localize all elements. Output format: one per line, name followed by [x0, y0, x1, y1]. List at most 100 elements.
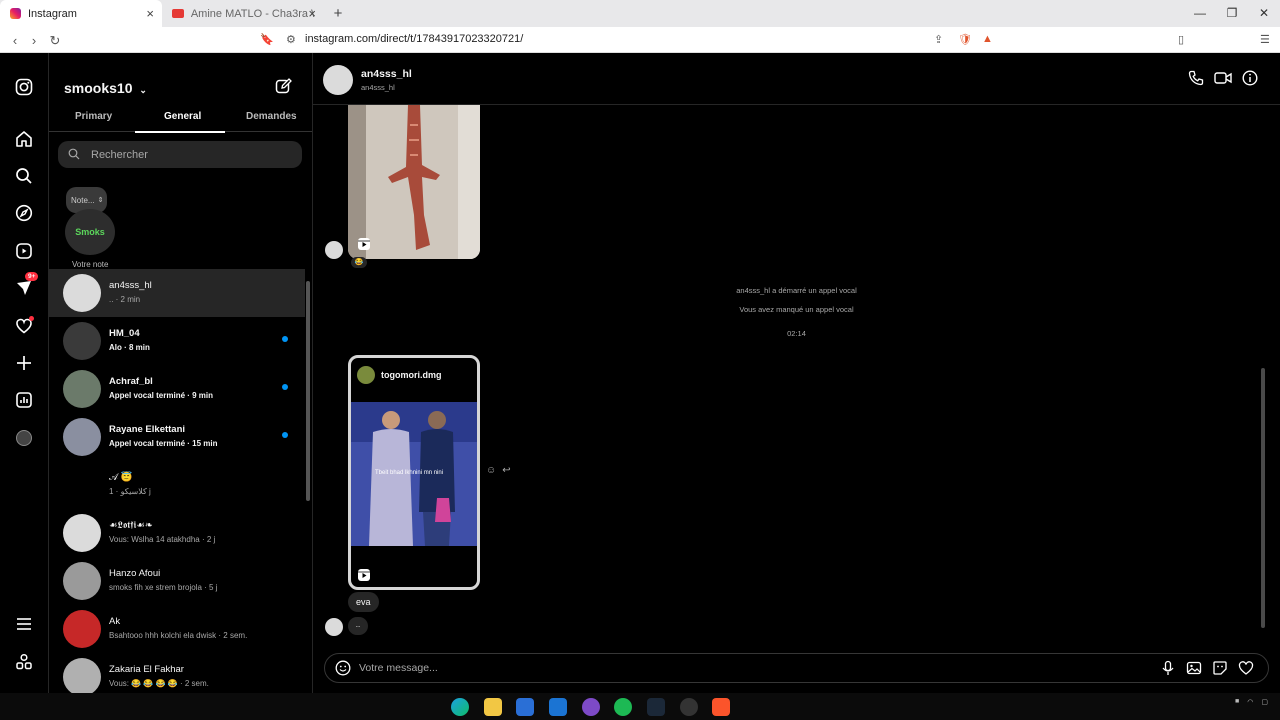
conversation-name: an4sss_hl: [109, 280, 152, 291]
like-heart-icon[interactable]: [1238, 660, 1254, 681]
brave-icon[interactable]: [712, 698, 730, 716]
chat-name[interactable]: an4sss_hl: [361, 68, 412, 80]
reload-icon[interactable]: ↻: [45, 33, 65, 49]
notifications-heart-icon[interactable]: [12, 314, 36, 338]
sender-avatar[interactable]: [325, 241, 343, 259]
back-icon[interactable]: ‹: [5, 33, 25, 48]
inbox-tabs: Primary General Demandes: [49, 110, 312, 133]
create-plus-icon[interactable]: [12, 351, 36, 375]
messages-icon[interactable]: 9+: [12, 272, 39, 300]
browser-tab-instagram[interactable]: Instagram ×: [0, 0, 162, 27]
search-input[interactable]: Rechercher: [58, 141, 302, 168]
also-from-meta-icon[interactable]: [12, 650, 36, 674]
explore-icon[interactable]: [12, 201, 36, 225]
spotify-icon[interactable]: [614, 698, 632, 716]
new-message-icon[interactable]: [275, 78, 292, 100]
reels-icon[interactable]: [12, 239, 36, 263]
os-taskbar: ■ ◠ ▢: [0, 693, 1280, 720]
conversation-item[interactable]: HM_04 Alo · 8 min: [49, 317, 305, 365]
close-window-icon[interactable]: ✕: [1248, 0, 1280, 27]
sender-avatar[interactable]: [325, 618, 343, 636]
reel-icon: [357, 568, 371, 582]
shared-reel-thumbnail[interactable]: [348, 105, 480, 259]
video-call-icon[interactable]: [1214, 70, 1232, 91]
message-bubble[interactable]: eva: [348, 592, 379, 612]
address-bar: ‹ › ↻ 🔖 ⚙ instagram.com/direct/t/1784391…: [0, 27, 1280, 53]
file-explorer-icon[interactable]: [484, 698, 502, 716]
url-field[interactable]: instagram.com/direct/t/17843917023320721…: [305, 33, 523, 45]
conversation-item[interactable]: 𝒜 😇 كلاسيكو · 1 j: [49, 461, 305, 509]
home-icon[interactable]: [12, 127, 36, 151]
unread-dot: [282, 384, 288, 390]
message-composer[interactable]: Votre message...: [324, 653, 1269, 683]
profile-avatar-icon[interactable]: [12, 426, 36, 450]
search-icon[interactable]: [12, 164, 36, 188]
outlook-icon[interactable]: [549, 698, 567, 716]
reply-icon[interactable]: ↩: [502, 465, 510, 476]
steam-icon[interactable]: [647, 698, 665, 716]
brave-shield-icon[interactable]: 🛡: [958, 33, 972, 46]
restore-icon[interactable]: ❐: [1216, 0, 1248, 27]
note-bubble-text: Note...: [71, 195, 95, 205]
reel-image: Tbeit bhad lkhnini mn nini: [351, 402, 477, 546]
conversation-item[interactable]: Hanzo Afoui smoks fih xe strem brojola ·…: [49, 557, 305, 605]
inbox-panel: smooks10 ⌄ Primary General Demandes Rech…: [49, 53, 313, 693]
tab-requests[interactable]: Demandes: [246, 111, 297, 122]
microphone-icon[interactable]: [1160, 660, 1176, 681]
conversation-item[interactable]: Ak Bsahtooo hhh kolchi ela dwisk · 2 sem…: [49, 605, 305, 653]
chat-avatar[interactable]: [323, 65, 353, 95]
avatar: [63, 658, 101, 693]
brave-rewards-icon[interactable]: ▲: [982, 33, 993, 45]
chat-header: an4sss_hl an4sss_hl: [313, 53, 1280, 105]
sidebar-toggle-icon[interactable]: ▯: [1178, 33, 1184, 46]
site-settings-icon[interactable]: ⚙: [286, 33, 296, 46]
conversation-preview: .. · 2 min: [109, 295, 141, 304]
emoji-picker-icon[interactable]: [335, 660, 351, 681]
conversation-item[interactable]: an4sss_hl .. · 2 min: [49, 269, 305, 317]
my-note-avatar[interactable]: Smoks: [65, 209, 115, 255]
menu-icon[interactable]: ☰: [1260, 33, 1270, 46]
conversation-item[interactable]: ☙𝕷𝖔𝖙𝖋𝖎☙❧ Vous: Wslha 14 atakhdha · 2 j: [49, 509, 305, 557]
bookmark-icon[interactable]: 🔖: [260, 33, 274, 46]
edge-icon[interactable]: [451, 698, 469, 716]
app-icon[interactable]: [680, 698, 698, 716]
minimize-icon[interactable]: —: [1184, 0, 1216, 27]
conversation-item[interactable]: Achraf_bl Appel vocal terminé · 9 min: [49, 365, 305, 413]
browser-tab-youtube[interactable]: Amine MATLO - Cha3ra Wendir AVC ×: [162, 0, 324, 27]
conversation-name: Achraf_bl: [109, 376, 153, 387]
share-icon[interactable]: ⇪: [934, 33, 943, 46]
message-input[interactable]: Votre message...: [359, 662, 438, 674]
inbox-scrollbar[interactable]: [306, 281, 310, 501]
new-tab-button[interactable]: +: [324, 0, 352, 27]
forward-icon[interactable]: ›: [24, 33, 44, 48]
conversation-item[interactable]: Rayane Elkettani Appel vocal terminé · 1…: [49, 413, 305, 461]
search-placeholder: Rechercher: [91, 148, 148, 161]
instagram-logo-icon[interactable]: [12, 75, 36, 99]
conversation-item[interactable]: Zakaria El Fakhar Vous: 😂 😂 😂 😂 · 2 sem.: [49, 653, 305, 693]
conversation-info-icon[interactable]: [1242, 70, 1258, 91]
instagram-favicon-icon: [10, 8, 21, 19]
close-tab-icon[interactable]: ×: [146, 6, 154, 21]
phone-call-icon[interactable]: [1188, 70, 1204, 91]
close-tab-icon[interactable]: ×: [308, 6, 316, 21]
note-sort-icon: ⇕: [97, 197, 104, 204]
more-menu-icon[interactable]: [12, 612, 36, 636]
calendar-icon[interactable]: [516, 698, 534, 716]
tab-primary[interactable]: Primary: [75, 111, 112, 122]
sticker-icon[interactable]: [1212, 660, 1228, 681]
wifi-icon[interactable]: ◠: [1247, 698, 1253, 706]
tab-general[interactable]: General: [164, 111, 201, 122]
conversation-name: Rayane Elkettani: [109, 424, 186, 435]
shared-reel-card[interactable]: togomori.dmg Tbeit bhad lkhnini mn nini: [348, 355, 480, 590]
chrome-icon[interactable]: [582, 698, 600, 716]
message-bubble[interactable]: ..: [348, 617, 368, 635]
dashboard-icon[interactable]: [12, 388, 36, 412]
search-icon: [68, 148, 80, 163]
chat-scrollbar[interactable]: [1261, 368, 1265, 628]
account-switcher[interactable]: smooks10 ⌄: [64, 80, 147, 96]
message-reaction[interactable]: 😂: [351, 257, 367, 268]
image-upload-icon[interactable]: [1186, 660, 1202, 681]
notification-icon[interactable]: ▢: [1261, 698, 1268, 706]
tray-icon[interactable]: ■: [1235, 698, 1239, 706]
react-emoji-icon[interactable]: ☺: [486, 465, 496, 476]
